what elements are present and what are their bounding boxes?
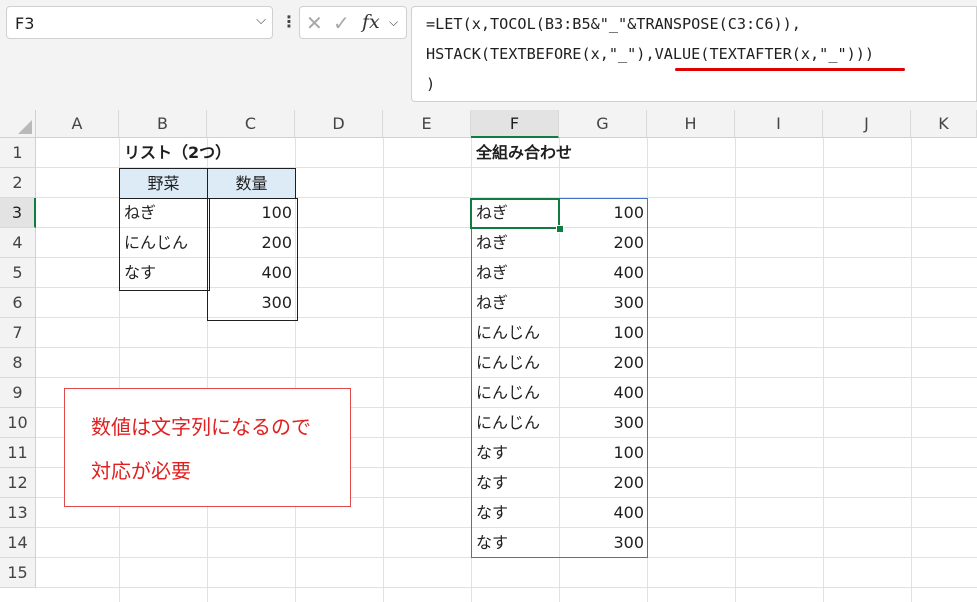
formula-line-3: ) <box>426 75 436 93</box>
row-header-5[interactable]: 5 <box>0 258 36 288</box>
header-quantity[interactable]: 数量 <box>207 168 296 199</box>
combination-quantity-cell[interactable]: 200 <box>560 228 648 258</box>
combination-quantity-cell[interactable]: 300 <box>560 528 648 558</box>
row-header-9[interactable]: 9 <box>0 378 36 408</box>
check-icon[interactable]: ✓ <box>333 11 350 35</box>
row-header-13[interactable]: 13 <box>0 498 36 528</box>
name-box-value: F3 <box>15 14 35 33</box>
row-header-1[interactable]: 1 <box>0 138 36 168</box>
annotation-note[interactable]: 数値は文字列になるので 対応が必要 <box>64 388 351 507</box>
row-header-3[interactable]: 3 <box>0 198 36 228</box>
column-header-f[interactable]: F <box>471 110 559 138</box>
gridline-vertical <box>383 138 384 602</box>
insert-function-icon[interactable]: fx <box>362 11 380 33</box>
formula-toolbar: F3 ⌵ ⋮ ✕ ✓ fx ⌵ =LET(x,TOCOL(B3:B5&"_"&T… <box>0 0 977 110</box>
vegetable-cell[interactable]: なす <box>120 258 208 288</box>
gridline-vertical <box>911 138 912 602</box>
combination-quantity-cell[interactable]: 300 <box>560 288 648 318</box>
combination-vegetable-cell[interactable]: なす <box>472 498 560 528</box>
combination-vegetable-cell[interactable]: ねぎ <box>472 228 560 258</box>
combination-vegetable-cell[interactable]: ねぎ <box>472 258 560 288</box>
list-title: リスト（2つ） <box>124 143 232 162</box>
chevron-down-icon[interactable]: ⌵ <box>389 15 398 30</box>
gridline-vertical <box>735 138 736 602</box>
combination-vegetable-cell[interactable]: なす <box>472 528 560 558</box>
row-header-6[interactable]: 6 <box>0 288 36 318</box>
quantity-cell[interactable]: 100 <box>208 198 296 228</box>
row-header-7[interactable]: 7 <box>0 318 36 348</box>
combination-vegetable-cell[interactable]: にんじん <box>472 378 560 408</box>
formula-input[interactable]: =LET(x,TOCOL(B3:B5&"_"&TRANSPOSE(C3:C6))… <box>411 6 977 102</box>
fill-handle[interactable] <box>556 225 564 233</box>
gridline-horizontal <box>36 587 977 588</box>
row-header-15[interactable]: 15 <box>0 558 36 588</box>
formula-highlight-underline <box>675 68 905 71</box>
combination-quantity-cell[interactable]: 100 <box>560 198 648 228</box>
column-header-d[interactable]: D <box>295 110 383 138</box>
note-line-1: 数値は文字列になるので <box>91 415 311 439</box>
quantity-cell[interactable]: 200 <box>208 228 296 258</box>
combination-quantity-cell[interactable]: 400 <box>560 258 648 288</box>
row-header-4[interactable]: 4 <box>0 228 36 258</box>
combination-vegetable-cell[interactable]: ねぎ <box>472 288 560 318</box>
combination-vegetable-cell[interactable]: なす <box>472 438 560 468</box>
combination-quantity-cell[interactable]: 100 <box>560 318 648 348</box>
vegetable-cell[interactable]: ねぎ <box>120 198 208 228</box>
row-header-10[interactable]: 10 <box>0 408 36 438</box>
combinations-title: 全組み合わせ <box>476 143 573 162</box>
column-header-b[interactable]: B <box>119 110 207 138</box>
column-header-k[interactable]: K <box>911 110 977 138</box>
formula-controls: ✕ ✓ fx ⌵ <box>299 6 407 39</box>
formula-line-1: =LET(x,TOCOL(B3:B5&"_"&TRANSPOSE(C3:C6))… <box>426 15 801 33</box>
vegetable-cell[interactable]: にんじん <box>120 228 208 258</box>
name-box[interactable]: F3 ⌵ <box>6 6 273 39</box>
column-header-e[interactable]: E <box>383 110 471 138</box>
column-header-h[interactable]: H <box>647 110 735 138</box>
combination-vegetable-cell[interactable]: なす <box>472 468 560 498</box>
row-header-8[interactable]: 8 <box>0 348 36 378</box>
row-header-2[interactable]: 2 <box>0 168 36 198</box>
row-header-12[interactable]: 12 <box>0 468 36 498</box>
column-header-c[interactable]: C <box>207 110 295 138</box>
select-all-corner[interactable] <box>0 110 36 138</box>
combination-quantity-cell[interactable]: 200 <box>560 468 648 498</box>
quantity-cell[interactable]: 300 <box>208 288 296 318</box>
combination-quantity-cell[interactable]: 200 <box>560 348 648 378</box>
combination-quantity-cell[interactable]: 400 <box>560 498 648 528</box>
gridline-vertical <box>823 138 824 602</box>
quantity-cell[interactable]: 400 <box>208 258 296 288</box>
formula-line-2: HSTACK(TEXTBEFORE(x,"_"),VALUE(TEXTAFTER… <box>426 45 875 63</box>
column-header-a[interactable]: A <box>36 110 119 138</box>
column-header-i[interactable]: I <box>735 110 823 138</box>
column-header-j[interactable]: J <box>823 110 911 138</box>
combination-quantity-cell[interactable]: 400 <box>560 378 648 408</box>
combination-vegetable-cell[interactable]: にんじん <box>472 408 560 438</box>
header-vegetable[interactable]: 野菜 <box>119 168 208 199</box>
column-header-g[interactable]: G <box>559 110 647 138</box>
note-line-2: 対応が必要 <box>91 459 191 483</box>
combination-quantity-cell[interactable]: 100 <box>560 438 648 468</box>
select-all-icon <box>18 120 32 134</box>
active-cell-indicator[interactable] <box>470 198 560 229</box>
row-header-14[interactable]: 14 <box>0 528 36 558</box>
more-options-icon[interactable]: ⋮ <box>281 12 297 31</box>
combination-quantity-cell[interactable]: 300 <box>560 408 648 438</box>
row-header-11[interactable]: 11 <box>0 438 36 468</box>
combination-vegetable-cell[interactable]: にんじん <box>472 318 560 348</box>
cancel-icon[interactable]: ✕ <box>306 11 323 35</box>
chevron-down-icon[interactable]: ⌵ <box>256 13 266 28</box>
combination-vegetable-cell[interactable]: にんじん <box>472 348 560 378</box>
